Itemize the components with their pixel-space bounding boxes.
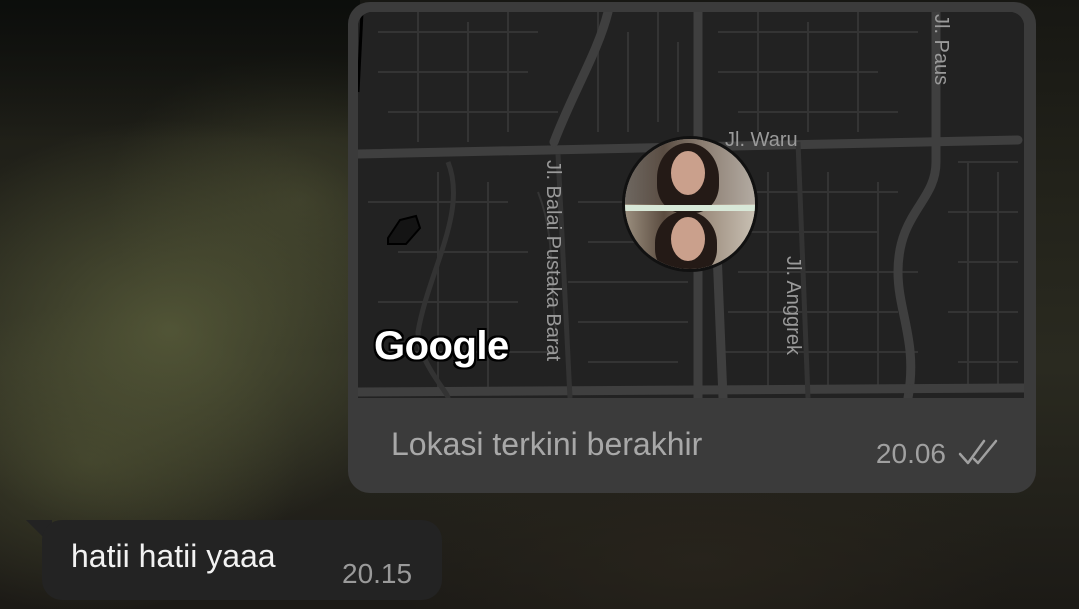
live-location-message[interactable]: Jl. Paus Jl. Waru Jl. Balai Pustaka Bara… [348,2,1036,493]
double-check-icon [958,439,998,465]
street-label-balai-pustaka: Jl. Balai Pustaka Barat [542,160,564,362]
wallpaper-shadow [0,0,360,140]
street-label-anggrek: Jl. Anggrek [782,256,804,355]
incoming-message[interactable]: hatii hatii yaaa 20.15 [26,520,442,600]
avatar-divider [625,205,755,211]
location-status-text: Lokasi terkini berakhir [391,426,703,462]
avatar-face [671,151,705,195]
incoming-message-time: 20.15 [342,558,413,589]
avatar-face-lower [671,217,705,261]
user-avatar-marker[interactable] [622,136,758,272]
message-time: 20.06 [875,438,946,469]
google-logo: Google [374,324,509,368]
incoming-message-text: hatii hatii yaaa [71,538,276,574]
location-map[interactable]: Jl. Paus Jl. Waru Jl. Balai Pustaka Bara… [358,12,1024,398]
location-message-footer: Lokasi terkini berakhir 20.06 [358,398,1026,483]
street-label-paus: Jl. Paus [930,14,952,86]
